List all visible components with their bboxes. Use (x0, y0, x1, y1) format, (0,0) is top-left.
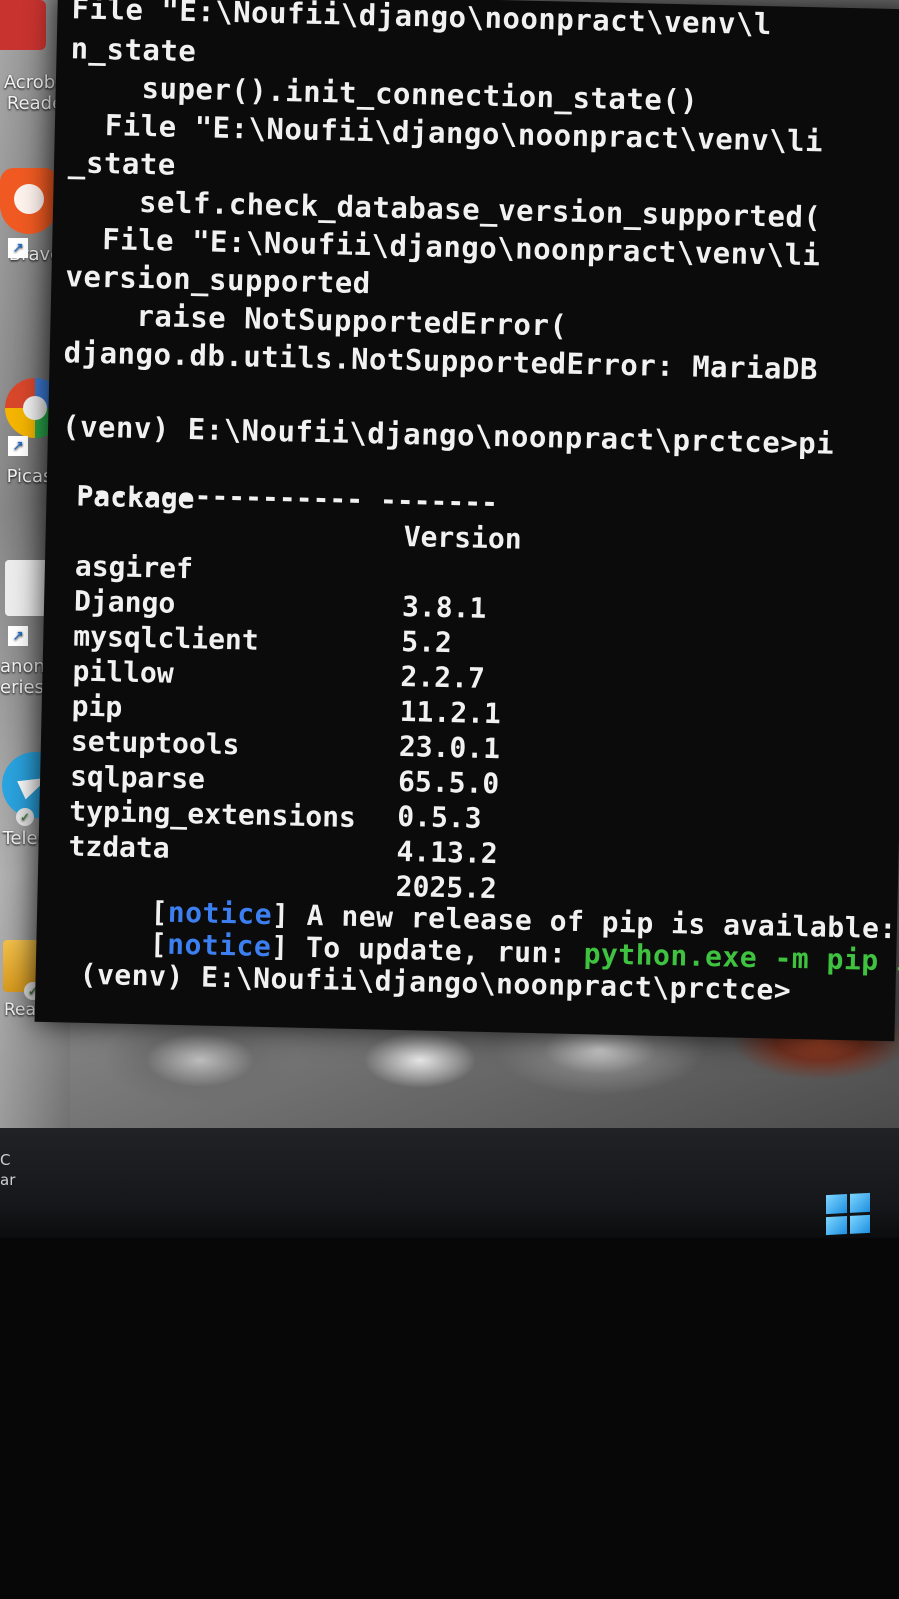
terminal-line: File "E:\Noufii\django\noonpract\venv\li (68, 107, 824, 159)
windows-start-icon[interactable] (826, 1192, 870, 1236)
start-tile (849, 1192, 870, 1213)
shortcut-arrow-icon: ↗ (8, 436, 28, 456)
terminal-line: _state (67, 145, 177, 182)
taskbar-left-text: C ar (0, 1150, 15, 1190)
taskbar (0, 1128, 899, 1238)
notice-bracket-close: ] (270, 930, 290, 964)
monitor-bezel (0, 1238, 899, 1599)
start-tile (826, 1215, 847, 1236)
notice-tag: notice (166, 927, 272, 964)
shortcut-arrow-icon: ↗ (8, 238, 28, 258)
start-tile (849, 1214, 870, 1234)
terminal-line: version_supported (65, 259, 372, 301)
taskbar-text-line: ar (0, 1171, 16, 1189)
terminal-line: n_state (70, 31, 197, 69)
notice-bracket-open: [ (149, 927, 168, 961)
sync-check-icon: ✓ (16, 808, 34, 826)
shortcut-arrow-icon: ↗ (8, 626, 28, 646)
brave-lion-icon (0, 168, 58, 234)
terminal-window[interactable]: File "E:\Noufii\django\noonpract\venv\l … (34, 0, 899, 1042)
taskbar-text-line: C (0, 1151, 11, 1169)
acrobat-icon (0, 0, 46, 50)
start-tile (826, 1194, 847, 1214)
error-message-line: django.db.utils.NotSupportedError: Maria… (63, 335, 819, 387)
